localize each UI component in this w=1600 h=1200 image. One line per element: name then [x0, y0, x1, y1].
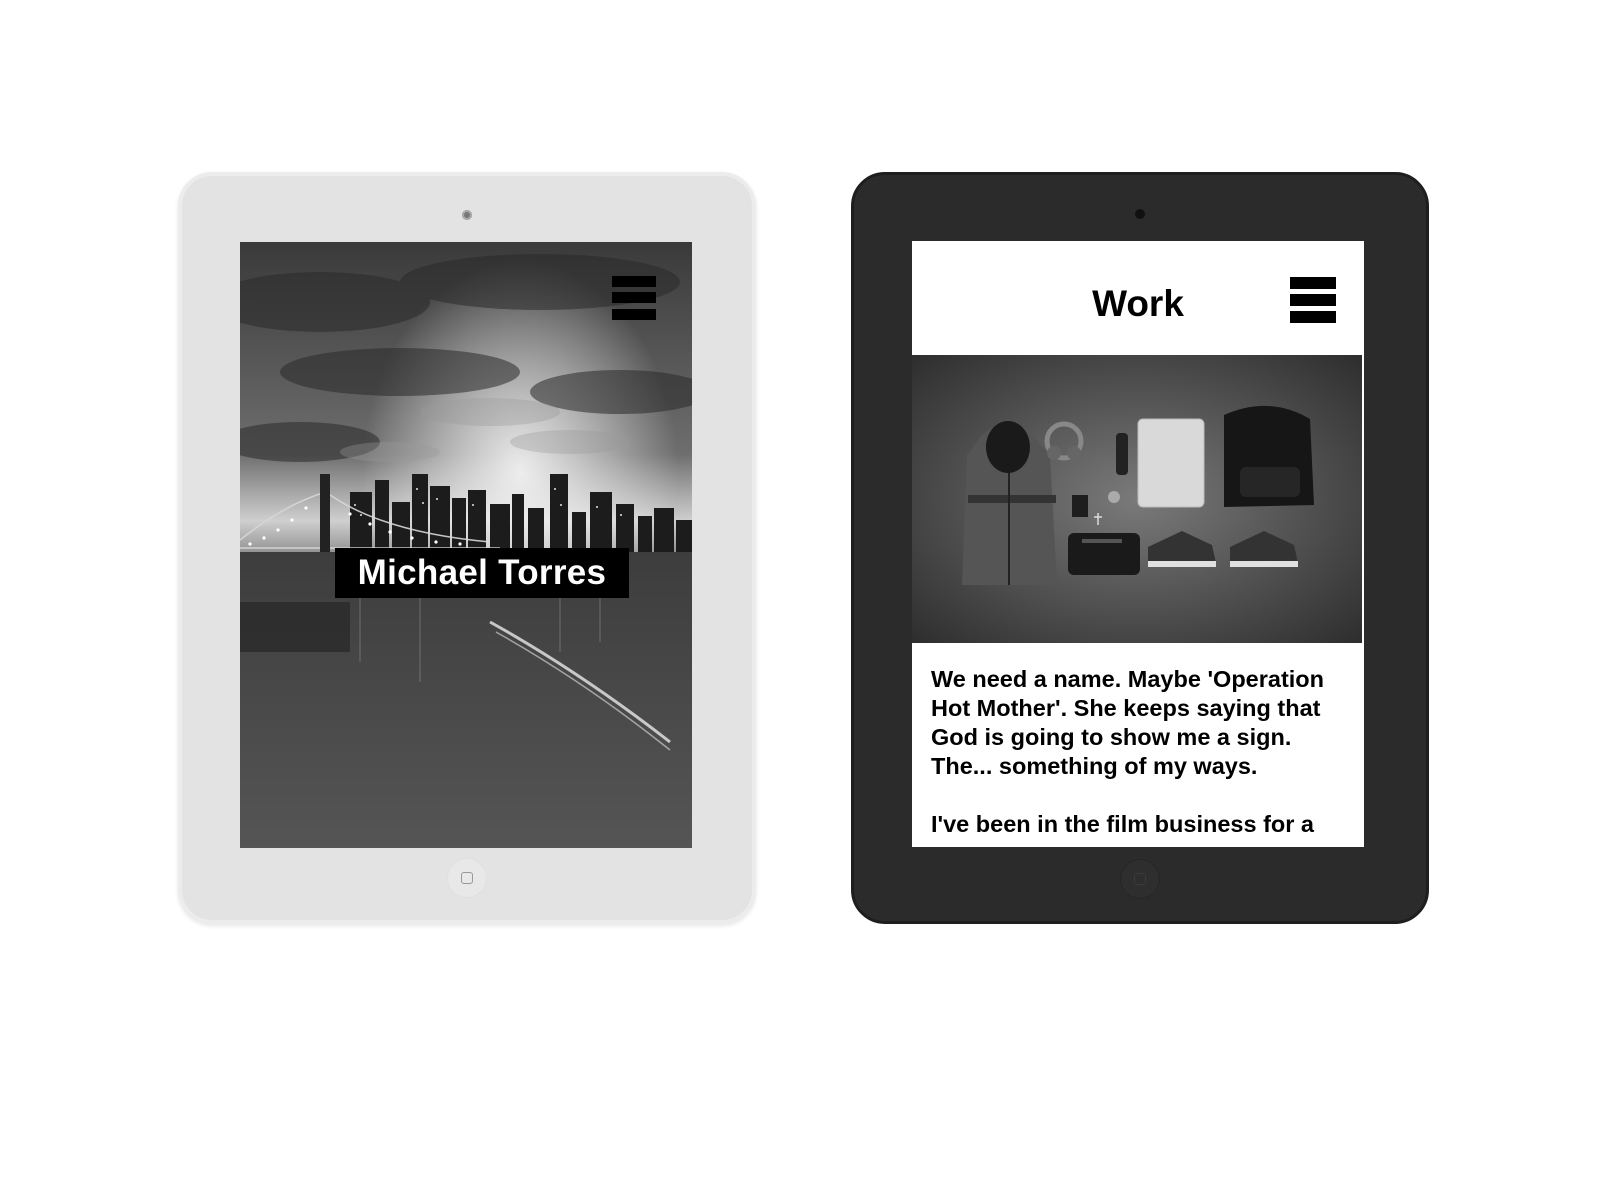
- work-flatlay-photo: [912, 355, 1362, 643]
- city-night-photo: [240, 242, 692, 848]
- home-square-icon: [1134, 873, 1146, 885]
- camera-icon: [462, 210, 472, 220]
- home-button[interactable]: [447, 858, 487, 898]
- tablet-white: Michael Torres: [178, 172, 756, 924]
- hamburger-menu-icon[interactable]: [612, 276, 656, 320]
- camera-icon: [1135, 209, 1145, 219]
- hero-name-label: Michael Torres: [335, 548, 629, 598]
- page-header: Work: [912, 241, 1364, 355]
- home-button[interactable]: [1120, 859, 1160, 899]
- work-description: We need a name. Maybe 'Operation Hot Mot…: [931, 665, 1351, 847]
- tablet-black: Work We need a name. Maybe 'Operation Ho…: [851, 172, 1429, 924]
- home-square-icon: [461, 872, 473, 884]
- hamburger-menu-icon[interactable]: [1290, 277, 1336, 323]
- paragraph: I've been in the film business for a: [931, 811, 1314, 837]
- paragraph: We need a name. Maybe 'Operation Hot Mot…: [931, 666, 1325, 779]
- tablet-white-screen: Michael Torres: [240, 242, 692, 848]
- tablet-black-screen: Work We need a name. Maybe 'Operation Ho…: [912, 241, 1364, 847]
